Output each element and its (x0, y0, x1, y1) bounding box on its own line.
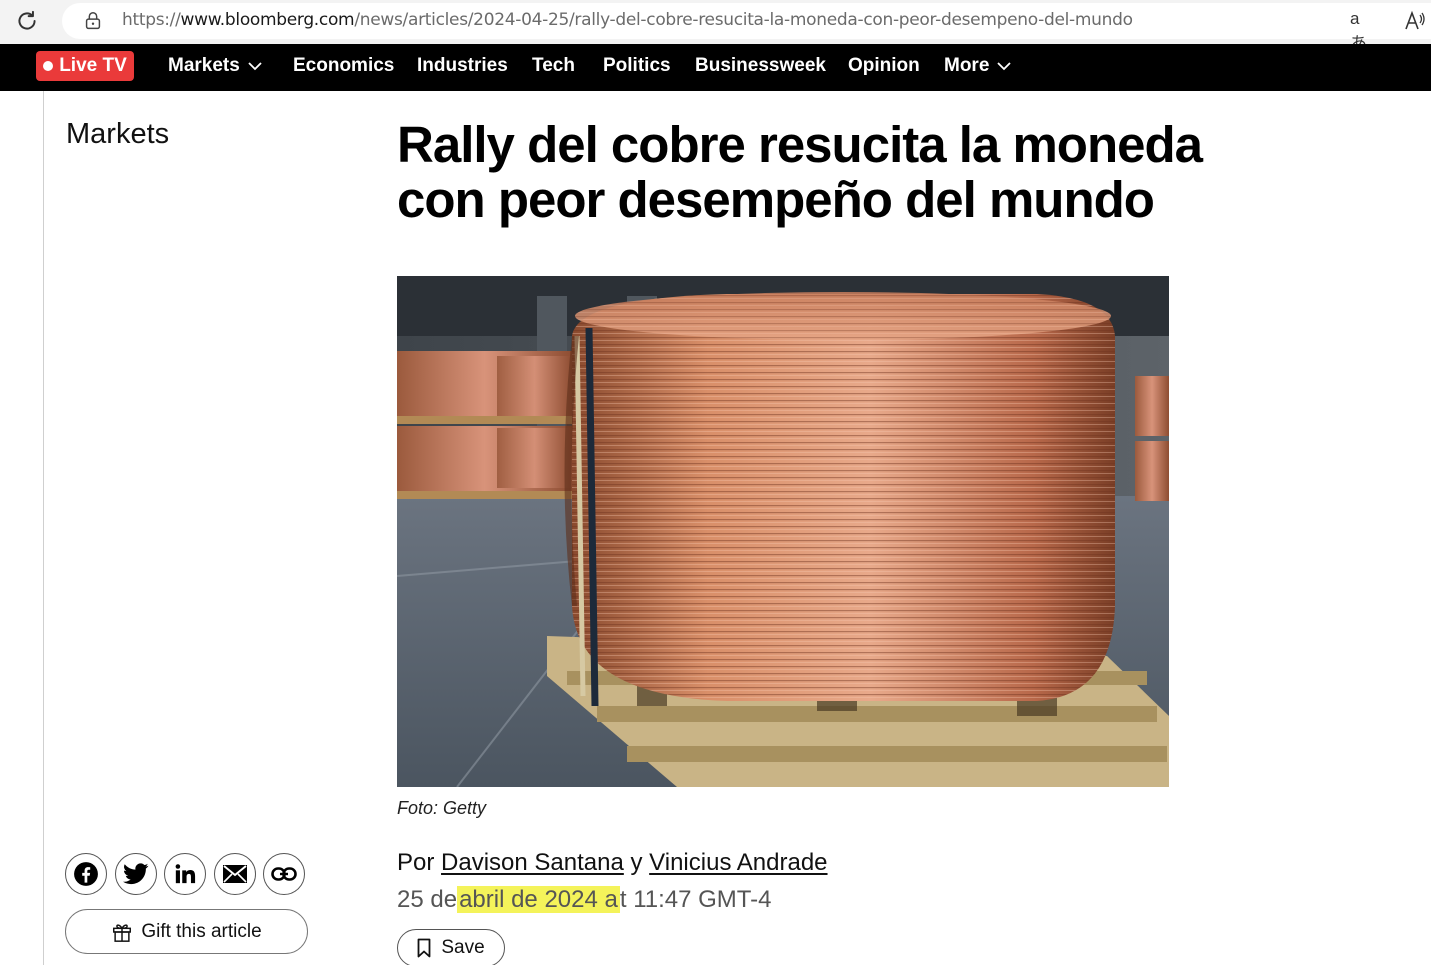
link-icon (271, 867, 297, 881)
browser-toolbar: https://www.bloomberg.com/news/articles/… (0, 0, 1431, 53)
byline-prefix: Por (397, 849, 435, 876)
nav-item-label: Markets (168, 55, 240, 76)
chevron-down-icon (248, 61, 262, 70)
live-tv-label: Live TV (59, 55, 127, 76)
nav-item-label: More (944, 55, 990, 76)
nav-item-markets[interactable]: Markets (168, 55, 262, 77)
author-link[interactable]: Davison Santana (441, 849, 624, 876)
nav-item-label: Businessweek (695, 55, 826, 76)
save-label: Save (441, 937, 485, 958)
nav-item-label: Opinion (848, 55, 920, 76)
article-photo (397, 276, 1169, 787)
nav-item-label: Economics (293, 55, 395, 76)
nav-item-label: Politics (603, 55, 671, 76)
live-tv-button[interactable]: Live TV (36, 51, 134, 81)
chevron-down-icon (997, 61, 1012, 70)
section-label[interactable]: Markets (66, 118, 169, 151)
site-nav: Live TV Markets Economics Industries Tec… (0, 44, 1431, 91)
nav-item-economics[interactable]: Economics (293, 55, 394, 77)
date-suffix: t 11:47 GMT-4 (619, 886, 772, 913)
gift-article-label: Gift this article (141, 920, 262, 942)
save-button[interactable]: Save (397, 929, 505, 965)
nav-item-tech[interactable]: Tech (532, 55, 575, 77)
gift-article-button[interactable]: Gift this article (65, 909, 308, 954)
rail-divider (43, 91, 44, 965)
read-aloud-icon[interactable] (1402, 9, 1428, 33)
nav-item-more[interactable]: More (944, 55, 1012, 77)
author-link[interactable]: Vinicius Andrade (649, 849, 827, 876)
twitter-share-button[interactable] (115, 853, 157, 895)
date-prefix: 25 de (397, 886, 458, 913)
url-domain: www.bloomberg.com (180, 10, 355, 30)
envelope-icon (223, 865, 247, 883)
facebook-icon (74, 862, 98, 886)
url-text: https://www.bloomberg.com/news/articles/… (122, 10, 1133, 30)
nav-item-opinion[interactable]: Opinion (848, 55, 920, 77)
copy-link-button[interactable] (263, 853, 305, 895)
translate-icon[interactable]: aあ (1350, 9, 1376, 53)
byline-join: y (630, 849, 643, 876)
reload-icon[interactable] (14, 8, 40, 34)
email-share-button[interactable] (214, 853, 256, 895)
twitter-icon (123, 863, 149, 885)
nav-item-businessweek[interactable]: Businessweek (695, 55, 826, 77)
nav-item-label: Tech (532, 55, 575, 76)
nav-item-politics[interactable]: Politics (603, 55, 671, 77)
facebook-share-button[interactable] (65, 853, 107, 895)
byline: Por Davison Santana y Vinicius Andrade (397, 849, 828, 877)
linkedin-icon (175, 864, 196, 884)
gift-icon (113, 923, 132, 942)
live-dot-icon (43, 61, 54, 71)
date-highlight: abril de 2024 a (457, 886, 620, 913)
linkedin-share-button[interactable] (164, 853, 206, 895)
nav-item-industries[interactable]: Industries (417, 55, 508, 77)
lock-icon[interactable] (82, 10, 104, 32)
photo-caption: Foto: Getty (397, 798, 487, 818)
url-prefix: https:// (122, 10, 181, 30)
article-headline: Rally del cobre resucita la moneda con p… (397, 116, 1203, 228)
url-path: /news/articles/2024-04-25/rally-del-cobr… (354, 10, 1133, 30)
nav-item-label: Industries (417, 55, 508, 76)
bookmark-icon (417, 938, 431, 958)
address-bar[interactable]: https://www.bloomberg.com/news/articles/… (62, 3, 1431, 53)
publish-date: 25 deabril de 2024 at 11:47 GMT-4 (397, 886, 771, 914)
